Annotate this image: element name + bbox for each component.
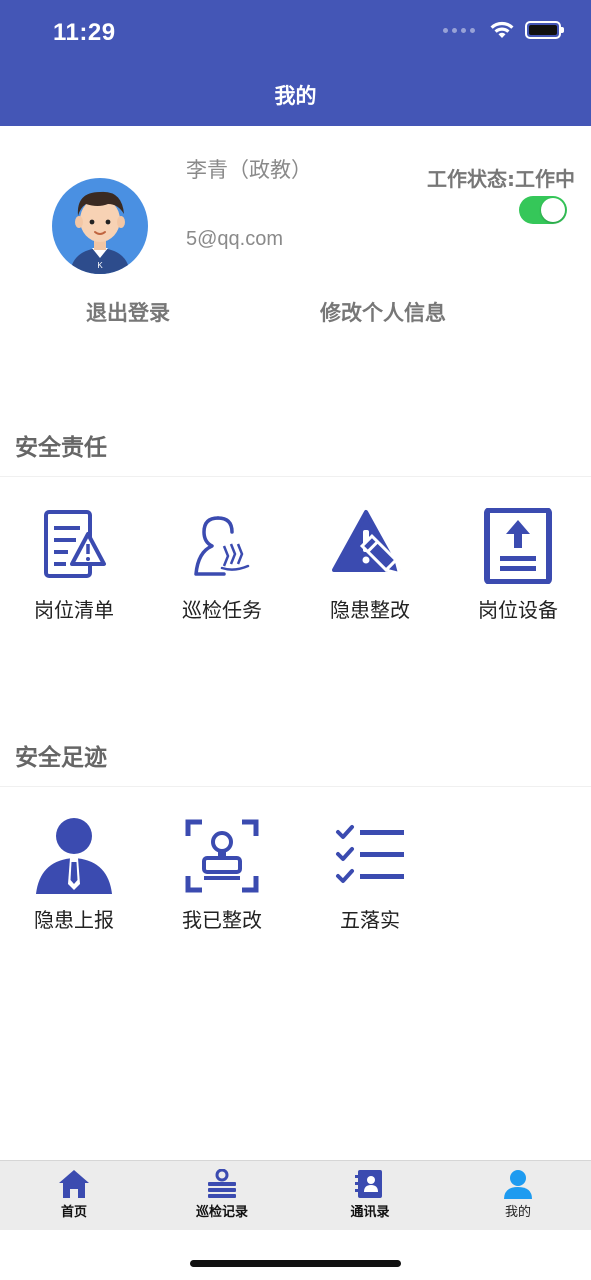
section-title-safety-responsibility: 安全责任 bbox=[15, 435, 107, 461]
warning-pencil-icon bbox=[332, 510, 402, 576]
wifi-icon bbox=[490, 21, 514, 38]
tab-bar: 首页 巡检记录 通讯录 我的 bbox=[0, 1160, 591, 1230]
grid-item-label: 岗位清单 bbox=[34, 598, 114, 622]
work-status-toggle[interactable] bbox=[519, 196, 567, 224]
status-time: 11:29 bbox=[53, 19, 116, 46]
tab-label: 我的 bbox=[504, 1205, 531, 1220]
tab-mine[interactable]: 我的 bbox=[444, 1169, 591, 1220]
section-title-safety-footprint: 安全足迹 bbox=[15, 745, 107, 771]
logout-button[interactable]: 退出登录 bbox=[86, 297, 170, 327]
user-email: 5@qq.com bbox=[186, 228, 284, 250]
status-icons bbox=[443, 20, 564, 40]
divider bbox=[0, 476, 591, 477]
person-report-icon bbox=[36, 818, 112, 894]
battery-icon bbox=[525, 21, 564, 39]
grid-item-label: 隐患上报 bbox=[34, 908, 114, 932]
grid-item-hazard-report[interactable]: 隐患上报 bbox=[0, 818, 148, 933]
document-warning-icon bbox=[44, 510, 106, 578]
divider bbox=[0, 786, 591, 787]
grid-item-label: 岗位设备 bbox=[478, 598, 558, 622]
patrol-person-icon bbox=[194, 516, 250, 576]
avatar[interactable]: K bbox=[52, 178, 148, 274]
user-icon bbox=[504, 1170, 532, 1199]
grid-item-label: 五落实 bbox=[340, 908, 400, 932]
work-status-label: 工作状态:工作中 bbox=[427, 167, 575, 191]
home-icon bbox=[59, 1170, 89, 1198]
grid-item-post-list[interactable]: 岗位清单 bbox=[0, 508, 148, 623]
grid-item-label: 巡检任务 bbox=[182, 598, 262, 622]
avatar-image: K bbox=[52, 178, 148, 274]
tab-label: 巡检记录 bbox=[195, 1205, 248, 1220]
patrol-record-icon bbox=[208, 1169, 236, 1198]
page-title: 我的 bbox=[274, 84, 317, 108]
tab-home[interactable]: 首页 bbox=[0, 1169, 148, 1220]
grid-item-label: 隐患整改 bbox=[330, 598, 410, 622]
contacts-icon bbox=[355, 1170, 382, 1198]
screen: 11:29 我的 K 李青（政教） 5@qq.com 工作状态:工作中 退出登录… bbox=[0, 0, 591, 1280]
app-header: 11:29 我的 bbox=[0, 0, 591, 126]
user-name: 李青（政教） bbox=[186, 158, 312, 182]
edit-profile-button[interactable]: 修改个人信息 bbox=[320, 297, 446, 327]
grid-item-patrol-task[interactable]: 巡检任务 bbox=[148, 508, 296, 623]
toggle-knob bbox=[541, 198, 565, 222]
tab-patrol-record[interactable]: 巡检记录 bbox=[148, 1169, 296, 1220]
grid-item-label: 我已整改 bbox=[182, 908, 262, 932]
stamp-scan-icon bbox=[185, 819, 259, 893]
svg-text:K: K bbox=[97, 261, 103, 270]
home-indicator bbox=[190, 1260, 401, 1267]
checklist-icon bbox=[336, 825, 404, 883]
signal-icon bbox=[443, 27, 475, 33]
grid-item-rectified[interactable]: 我已整改 bbox=[148, 818, 296, 933]
tab-label: 首页 bbox=[60, 1205, 87, 1220]
tab-contacts[interactable]: 通讯录 bbox=[296, 1169, 444, 1220]
grid-item-post-equipment[interactable]: 岗位设备 bbox=[444, 508, 591, 623]
grid-item-five-implementations[interactable]: 五落实 bbox=[296, 818, 444, 933]
upload-document-icon bbox=[484, 508, 552, 584]
tab-label: 通讯录 bbox=[350, 1205, 390, 1220]
grid-item-hazard-rectify[interactable]: 隐患整改 bbox=[296, 508, 444, 623]
